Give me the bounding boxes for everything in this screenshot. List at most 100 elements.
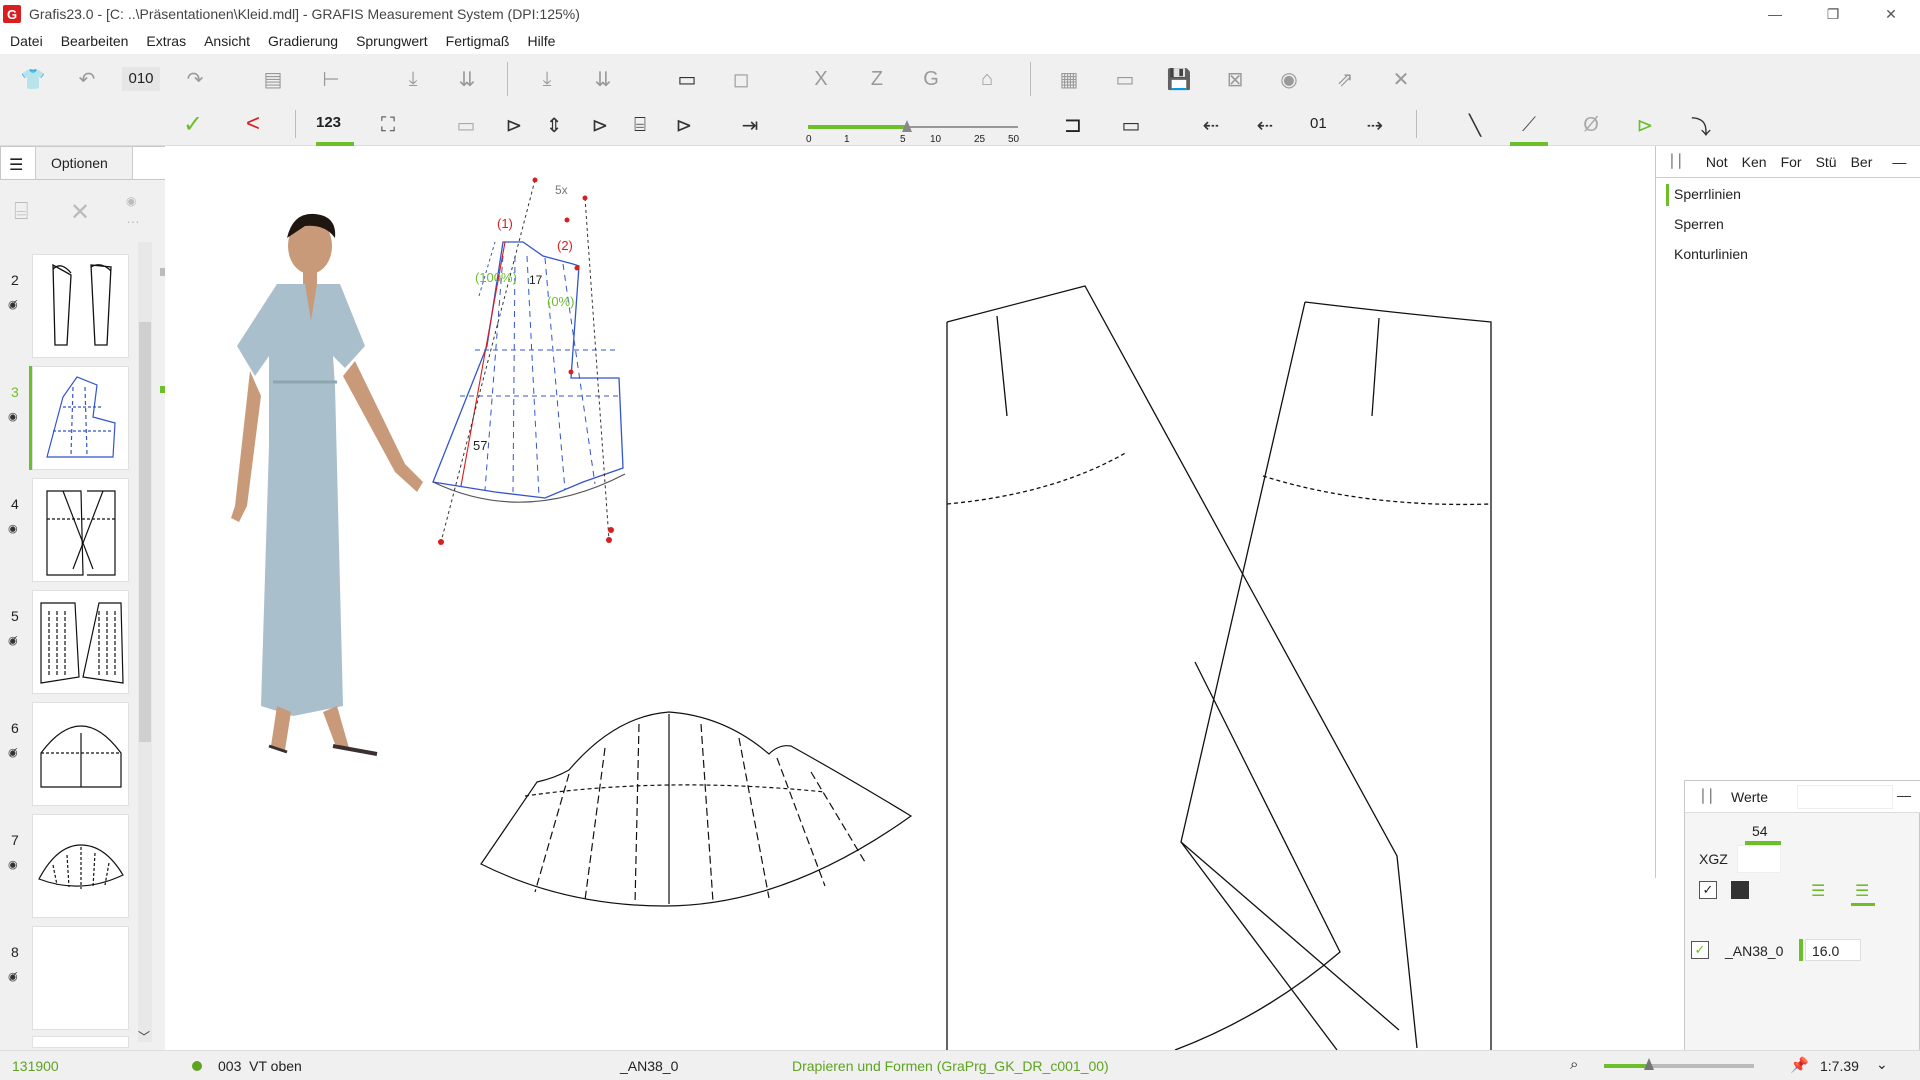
eye-icon[interactable]: ◉	[8, 410, 18, 423]
layer-konturlinien[interactable]: Konturlinien	[1674, 246, 1748, 262]
pin-icon[interactable]: 📌	[1790, 1056, 1809, 1074]
folder-icon[interactable]: ▭	[1110, 66, 1140, 92]
minimize-panel-icon[interactable]: —	[1892, 154, 1906, 170]
measure-icon[interactable]: ▭	[1114, 112, 1148, 138]
restore-button[interactable]: ❐	[1804, 0, 1862, 28]
ruler-icon[interactable]: ▭	[670, 66, 704, 92]
cross-grid-icon[interactable]: ⊠	[1220, 66, 1250, 92]
size-input[interactable]	[1737, 845, 1781, 873]
piece-thumbnail-9[interactable]	[32, 1036, 129, 1048]
menu-icon[interactable]: ☰	[9, 155, 23, 175]
close-tool-icon[interactable]: ✕	[1386, 66, 1416, 92]
hanger-icon[interactable]: ⌂	[972, 66, 1002, 92]
piece-tool-icon[interactable]: ⌸	[626, 112, 654, 138]
piece-tool-icon-2[interactable]: ⌸	[14, 198, 28, 226]
piece-thumbnail-8[interactable]	[32, 926, 129, 1030]
place-down-icon[interactable]: ⤓	[532, 66, 562, 92]
menu-extras[interactable]: Extras	[146, 33, 186, 49]
x-point-icon[interactable]: X	[806, 66, 836, 92]
eye-icon[interactable]: ◉	[8, 522, 18, 535]
scale-dropdown-icon[interactable]: ⌄	[1876, 1056, 1888, 1073]
piece-thumbnail-4[interactable]	[32, 478, 129, 582]
grade-tool-icon[interactable]: ⇕	[540, 112, 568, 138]
row-value-input[interactable]: 16.0	[1805, 939, 1861, 961]
piece-list-scrollbar[interactable]	[138, 242, 152, 1042]
hidden-eye-icon[interactable]: ◉̸	[8, 634, 18, 647]
drag-handle-icon[interactable]: ⏐⏐	[1699, 788, 1715, 805]
tab-ber[interactable]: Ber	[1851, 154, 1873, 170]
menu-sprungwert[interactable]: Sprungwert	[356, 33, 428, 49]
tab-for[interactable]: For	[1781, 154, 1802, 170]
corner-tool-icon[interactable]: ⤵	[1686, 112, 1716, 139]
tab-ken[interactable]: Ken	[1742, 154, 1767, 170]
select-region-icon[interactable]: ⛶	[374, 112, 402, 138]
drag-handle-icon[interactable]: ⏐⏐	[1668, 153, 1684, 170]
confirm-check-icon[interactable]: ✓	[178, 110, 208, 138]
piece-thumbnail-2[interactable]	[32, 254, 129, 358]
back-red-icon[interactable]: <	[238, 110, 268, 138]
visibility-icon[interactable]: ◉	[1274, 66, 1304, 92]
structure-icon[interactable]: ⊢	[316, 66, 346, 92]
layer-sperrlinien[interactable]: Sperrlinien	[1674, 186, 1741, 202]
insert-down-icon[interactable]: ⤓	[398, 66, 428, 92]
redo-icon[interactable]: ↷	[180, 66, 210, 92]
menu-gradierung[interactable]: Gradierung	[268, 33, 338, 49]
undo-count[interactable]: 010	[122, 67, 160, 91]
eye-icon[interactable]: ◉	[8, 858, 18, 871]
arrow-left-dotted-icon[interactable]: ⇠	[1250, 112, 1280, 138]
step-right-icon-2[interactable]: ⊳	[586, 112, 614, 138]
minimize-button[interactable]: —	[1746, 0, 1804, 28]
tangent-tool-icon[interactable]: ⟋	[1514, 112, 1544, 138]
document-icon[interactable]: ▤	[258, 66, 288, 92]
minimize-panel-icon[interactable]: —	[1897, 787, 1911, 803]
menu-bearbeiten[interactable]: Bearbeiten	[61, 33, 129, 49]
zoom-step-slider[interactable]: 0 1 5 10 25 50	[806, 112, 1022, 146]
line-tool-icon[interactable]: ╲	[1460, 112, 1490, 138]
piece-thumbnail-7[interactable]	[32, 814, 129, 918]
fill-color-swatch[interactable]	[1731, 881, 1749, 899]
zoom-search-icon[interactable]: ⌕	[1570, 1056, 1578, 1073]
piece-thumbnail-6[interactable]	[32, 702, 129, 806]
g-point-icon[interactable]: G	[916, 66, 946, 92]
z-point-icon[interactable]: Z	[862, 66, 892, 92]
magnet-icon[interactable]: ⊐	[1058, 112, 1088, 138]
menu-fertigmass[interactable]: Fertigmaß	[446, 33, 510, 49]
hidden-eye-icon[interactable]: ◉̸	[8, 298, 18, 311]
hidden-eye-icon[interactable]: ◉̸	[8, 970, 18, 983]
menu-hilfe[interactable]: Hilfe	[527, 33, 555, 49]
tab-stue[interactable]: Stü	[1816, 154, 1837, 170]
piece-thumbnail-3[interactable]	[32, 366, 129, 470]
insert-all-down-icon[interactable]: ⇊	[452, 66, 482, 92]
scroll-down-icon[interactable]: ﹀	[138, 1028, 150, 1045]
numbering-toggle[interactable]: 123	[316, 114, 341, 131]
visibility-small-icon[interactable]: ◉	[126, 194, 136, 208]
layer-sperren[interactable]: Sperren	[1674, 216, 1724, 232]
hidden-eye-icon[interactable]: ◉̸	[8, 746, 18, 759]
place-all-down-icon[interactable]: ⇊	[588, 66, 618, 92]
delete-piece-icon[interactable]: ✕	[70, 198, 90, 227]
shirt-icon[interactable]: 👕	[18, 66, 48, 92]
page-icon[interactable]: ▭	[452, 112, 480, 138]
tab-not[interactable]: Not	[1706, 154, 1728, 170]
step-right-icon-1[interactable]: ⊳	[500, 112, 528, 138]
close-button[interactable]: ✕	[1862, 0, 1920, 28]
export-icon[interactable]: ⇗	[1330, 66, 1360, 92]
arrow-right-dotted-icon[interactable]: ⇢	[1360, 112, 1390, 138]
frame-icon[interactable]: ◻	[726, 66, 756, 92]
arrow-left-icon[interactable]: ⇠	[1196, 112, 1226, 138]
row-checkbox[interactable]: ✓	[1691, 941, 1709, 959]
align-right-icon[interactable]: ⇥	[734, 112, 766, 138]
menu-ansicht[interactable]: Ansicht	[204, 33, 250, 49]
save-icon[interactable]: 💾	[1164, 66, 1194, 92]
zoom-scale[interactable]: 1:7.39	[1820, 1058, 1859, 1074]
undo-icon[interactable]: ↶	[72, 66, 102, 92]
zoom-slider[interactable]	[1604, 1058, 1754, 1070]
drawing-canvas[interactable]: (1) (2) (100%) (0%) 5x 17 57	[165, 146, 1655, 1051]
piece-thumbnail-5[interactable]	[32, 590, 129, 694]
step-right-icon-3[interactable]: ⊳	[670, 112, 698, 138]
more-icon[interactable]: …	[126, 210, 140, 226]
step-value[interactable]: 01	[1310, 115, 1327, 132]
options-label[interactable]: Optionen	[51, 155, 108, 171]
play-green-icon[interactable]: ⊳	[1630, 112, 1660, 138]
null-icon[interactable]: Ø	[1576, 112, 1606, 138]
